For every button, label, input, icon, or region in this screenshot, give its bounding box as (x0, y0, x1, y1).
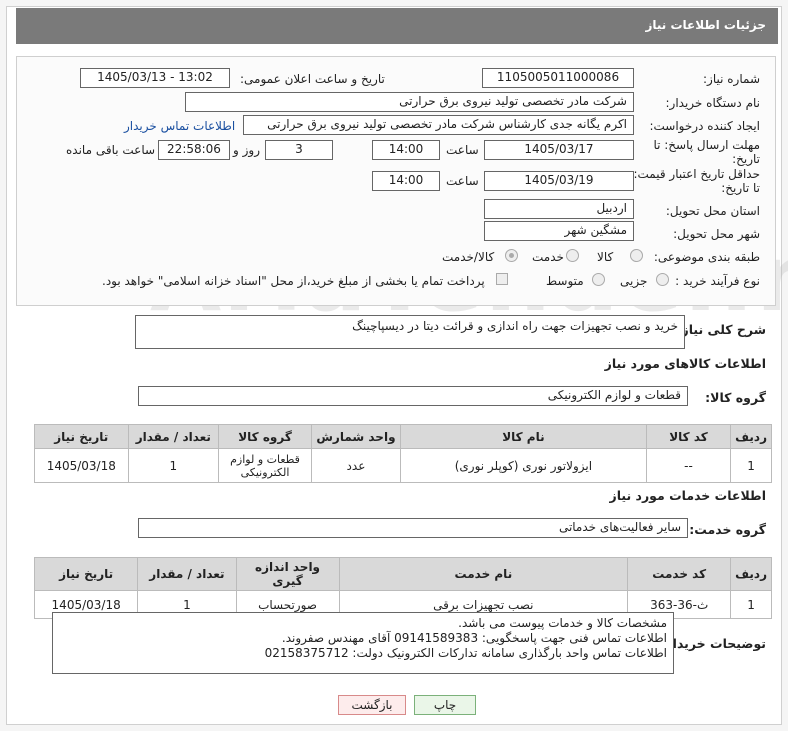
page-title: جزئیات اطلاعات نیاز (645, 18, 766, 32)
deadline-time-field[interactable]: 14:00 (372, 140, 440, 160)
description-label: شرح کلی نیاز: (676, 322, 766, 337)
validity-hour-label: ساعت (446, 174, 479, 188)
process-minor-label: جزیی (620, 274, 648, 288)
announce-field[interactable]: 1405/03/13 - 13:02 (80, 68, 230, 88)
table-row: 1 -- ایزولاتور نوری (کوپلر نوری) عدد قطع… (34, 448, 772, 483)
buyer-notes-line-3: اطلاعات تماس واحد بارگذاری سامانه تدارکا… (264, 646, 667, 660)
services-col-row: ردیف (730, 557, 772, 591)
goods-col-group: گروه کالا (218, 424, 312, 449)
category-service-label: خدمت (532, 250, 564, 264)
creator-field[interactable]: اکرم یگانه جدی کارشناس شرکت مادر تخصصی ت… (243, 115, 634, 135)
category-goods-radio[interactable] (630, 249, 643, 262)
validity-label-1: حداقل تاریخ اعتبار قیمت: (633, 167, 760, 181)
goods-cell-row: 1 (730, 448, 772, 483)
services-col-unit: واحد اندازه گیری (235, 557, 340, 591)
deadline-hour-label: ساعت (446, 143, 479, 157)
announce-label: تاریخ و ساعت اعلان عمومی: (240, 72, 385, 86)
services-col-code: کد خدمت (627, 557, 732, 591)
page-title-bar: جزئیات اطلاعات نیاز (16, 8, 778, 44)
city-field[interactable]: مشگین شهر (484, 221, 634, 241)
description-textarea[interactable]: خرید و نصب تجهیزات جهت راه اندازی و قرائ… (135, 315, 685, 349)
payment-note: پرداخت تمام یا بخشی از مبلغ خرید،از محل … (102, 274, 485, 288)
province-label: استان محل تحویل: (665, 204, 760, 218)
goods-col-row: ردیف (730, 424, 772, 449)
treasury-payment-checkbox[interactable] (496, 273, 508, 285)
category-goods-label: کالا (597, 250, 614, 264)
process-medium-radio[interactable] (592, 273, 605, 286)
deadline-label-1: مهلت ارسال پاسخ: تا (653, 138, 760, 152)
buyer-org-field[interactable]: شرکت مادر تخصصی تولید نیروی برق حرارتی (185, 92, 634, 112)
days-label: روز و (233, 143, 260, 157)
services-section-title: اطلاعات خدمات مورد نیاز (609, 488, 767, 503)
services-table: ردیف کد خدمت نام خدمت واحد اندازه گیری ت… (33, 557, 772, 619)
goods-table: ردیف کد کالا نام کالا واحد شمارش گروه کا… (34, 424, 772, 483)
buyer-notes-label: توضیحات خریدار: (660, 636, 766, 651)
category-goods-service-label: کالا/خدمت (442, 250, 495, 264)
goods-col-unit: واحد شمارش (310, 424, 401, 449)
services-group-field[interactable]: سایر فعالیت‌های خدماتی (138, 518, 688, 538)
goods-cell-name: ایزولاتور نوری (کوپلر نوری) (399, 448, 647, 483)
process-medium-label: متوسط (546, 274, 584, 288)
category-service-radio[interactable] (566, 249, 579, 262)
city-label: شهر محل تحویل: (673, 227, 760, 241)
creator-label: ایجاد کننده درخواست: (649, 119, 760, 133)
services-col-date: تاریخ نیاز (33, 557, 139, 591)
goods-col-date: تاریخ نیاز (34, 424, 129, 449)
deadline-date-field[interactable]: 1405/03/17 (484, 140, 634, 160)
province-field[interactable]: اردبیل (484, 199, 634, 219)
validity-date-field[interactable]: 1405/03/19 (484, 171, 634, 191)
goods-col-code: کد کالا (645, 424, 732, 449)
buyer-notes-line-2: اطلاعات تماس فنی جهت پاسخگویی: 091415893… (281, 631, 667, 645)
buyer-notes-line-1: مشخصات کالا و خدمات پیوست می باشد. (458, 616, 667, 630)
goods-col-qty: تعداد / مقدار (127, 424, 220, 449)
process-label: نوع فرآیند خرید : (675, 274, 760, 288)
category-label: طبقه بندی موضوعی: (653, 250, 760, 264)
deadline-label-2: تاریخ: (732, 152, 760, 166)
goods-cell-group: قطعات و لوازم الکترونیکی (218, 448, 312, 483)
services-col-name: نام خدمت (338, 557, 629, 591)
need-number-field[interactable]: 1105005011000086 (482, 68, 634, 88)
services-col-qty: تعداد / مقدار (137, 557, 237, 591)
validity-time-field[interactable]: 14:00 (372, 171, 440, 191)
buyer-notes-textarea[interactable]: مشخصات کالا و خدمات پیوست می باشد. اطلاع… (52, 612, 674, 674)
goods-cell-unit: عدد (310, 448, 401, 483)
services-cell-row: 1 (730, 590, 772, 619)
buyer-contact-link[interactable]: اطلاعات تماس خریدار (124, 119, 235, 133)
process-minor-radio[interactable] (656, 273, 669, 286)
buyer-org-label: نام دستگاه خریدار: (665, 96, 761, 110)
category-goods-service-radio[interactable] (505, 249, 518, 262)
validity-label-2: تا تاریخ: (721, 181, 760, 195)
goods-cell-qty: 1 (127, 448, 220, 483)
goods-cell-code: -- (645, 448, 732, 483)
need-number-label: شماره نیاز: (703, 72, 760, 86)
services-group-label: گروه خدمت: (689, 522, 766, 537)
goods-cell-date: 1405/03/18 (34, 448, 129, 483)
days-field[interactable]: 3 (265, 140, 333, 160)
remaining-time-field[interactable]: 22:58:06 (158, 140, 230, 160)
remaining-label: ساعت باقی مانده (66, 143, 156, 157)
goods-col-name: نام کالا (399, 424, 647, 449)
back-button[interactable]: بازگشت (338, 695, 406, 715)
goods-group-label: گروه کالا: (705, 390, 766, 405)
goods-group-field[interactable]: قطعات و لوازم الکترونیکی (138, 386, 688, 406)
print-button[interactable]: چاپ (414, 695, 476, 715)
goods-section-title: اطلاعات کالاهای مورد نیاز (604, 356, 766, 371)
